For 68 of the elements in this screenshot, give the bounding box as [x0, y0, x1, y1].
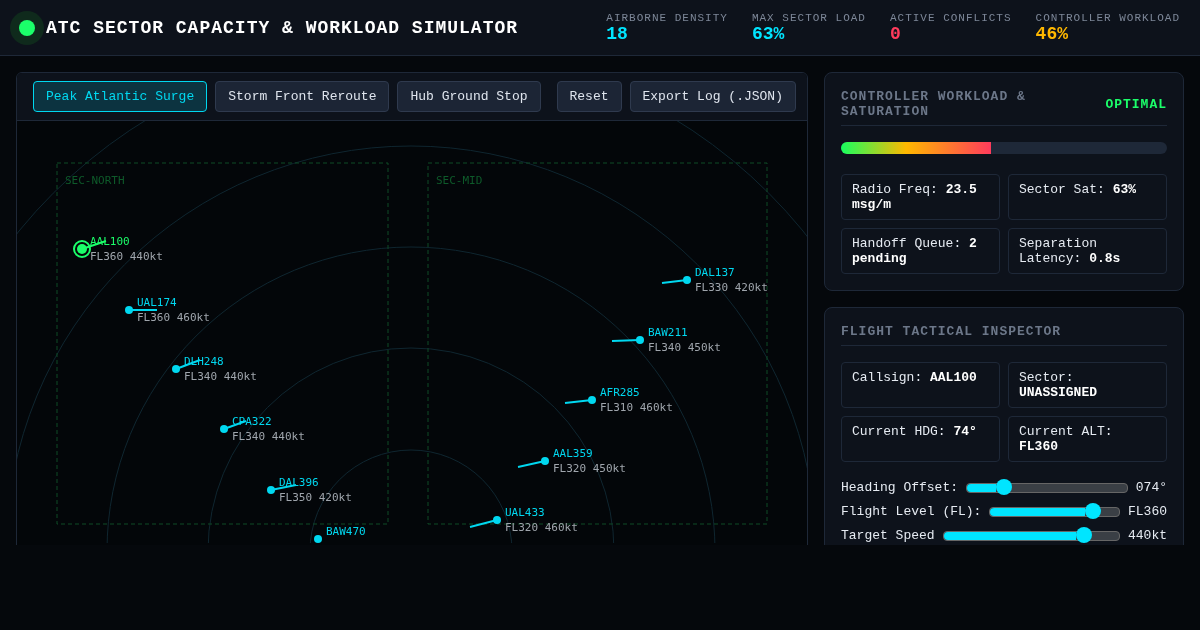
stat-value: 63% — [751, 23, 786, 44]
callsign-label: AFR285 — [600, 386, 640, 399]
metric-text: Separation Latency: 0.8s — [1019, 236, 1121, 266]
sector-label: SEC-MID — [436, 174, 483, 187]
callsign-label: AAL100 — [90, 235, 130, 248]
flight-data-label: FL340 440kt — [184, 370, 257, 383]
callsign-label: BAW211 — [648, 326, 688, 339]
flight-data-label: FL330 420kt — [695, 281, 768, 294]
flight-data-label: FL360 440kt — [90, 250, 163, 263]
sector-label: SEC-NORTH — [65, 174, 125, 187]
flight-data-label: FL320 460kt — [505, 521, 578, 534]
slider-track[interactable] — [942, 530, 1120, 541]
field-text: Current ALT: FL360 — [1019, 424, 1113, 454]
app-title: ATC SECTOR CAPACITY & WORKLOAD SIMULATOR — [46, 17, 519, 38]
slider-label: Target Speed — [841, 528, 935, 543]
field-text: Current HDG: 74° — [852, 424, 977, 439]
card-title: FLIGHT TACTICAL INSPECTOR — [841, 324, 1062, 339]
metric-text: Handoff Queue: 2 pending — [852, 236, 977, 266]
stat-value: 46% — [1035, 23, 1069, 44]
slider-label: Heading Offset: — [841, 480, 959, 495]
field-text: Callsign: AAL100 — [852, 370, 977, 385]
stat-label: CONTROLLER WORKLOAD — [1035, 11, 1180, 24]
aircraft-marker[interactable] — [267, 484, 297, 494]
slider-label: Flight Level (FL): — [841, 504, 982, 519]
callsign-label: UAL174 — [137, 296, 177, 309]
flight-data-label: FL350 420kt — [279, 491, 352, 504]
metric-text: Radio Freq: 23.5 msg/m — [852, 182, 977, 212]
callsign-label: DAL396 — [279, 476, 319, 489]
slider-track[interactable] — [966, 482, 1128, 493]
aircraft-marker[interactable] — [517, 457, 549, 468]
field-text: Sector: UNASSIGNED — [1019, 370, 1097, 400]
slider-reading: FL360 — [1128, 504, 1167, 519]
flight-data-label: FL340 450kt — [648, 341, 721, 354]
stat-value: 0 — [889, 23, 902, 44]
aircraft-marker[interactable] — [314, 535, 322, 543]
flight-data-label: FL360 460kt — [137, 311, 210, 324]
card-title: CONTROLLER WORKLOAD & SATURATION — [841, 89, 1027, 119]
callsign-label: DAL137 — [695, 266, 735, 279]
callsign-label: BAW470 — [326, 525, 366, 538]
action-button[interactable]: Export Log (.JSON) — [629, 81, 796, 112]
flight-data-label: FL340 440kt — [232, 430, 305, 443]
slider-reading: 440kt — [1128, 528, 1167, 543]
scenario-button[interactable]: Hub Ground Stop — [397, 81, 541, 112]
flight-data-label: FL320 450kt — [553, 462, 626, 475]
stat-label: ACTIVE CONFLICTS — [889, 11, 1012, 24]
aircraft-marker[interactable] — [564, 396, 596, 404]
action-button[interactable]: Reset — [556, 81, 622, 112]
scenario-button[interactable]: Peak Atlantic Surge — [33, 81, 208, 112]
aircraft-marker[interactable] — [661, 276, 691, 284]
stat-label: MAX SECTOR LOAD — [751, 11, 866, 24]
slider-fill — [967, 483, 996, 492]
stat-label: AIRBORNE DENSITY — [606, 11, 728, 24]
status-light-icon — [10, 10, 44, 45]
callsign-label: UAL433 — [505, 506, 545, 519]
slider-thumb[interactable] — [995, 478, 1012, 495]
callsign-label: AAL359 — [553, 447, 593, 460]
aircraft-marker[interactable] — [125, 306, 158, 314]
metric-text: Sector Sat: 63% — [1019, 182, 1137, 197]
stat-value: 18 — [606, 23, 629, 44]
status-label: OPTIMAL — [1105, 96, 1167, 112]
flight-data-label: FL310 460kt — [600, 401, 673, 414]
slider-thumb[interactable] — [1075, 526, 1092, 543]
aircraft-marker[interactable] — [611, 336, 644, 344]
slider-track[interactable] — [989, 506, 1120, 517]
slider-thumb[interactable] — [1085, 502, 1102, 519]
slider-reading: 074° — [1135, 480, 1167, 495]
aircraft-marker[interactable] — [469, 516, 501, 528]
scenario-button[interactable]: Storm Front Reroute — [215, 81, 390, 112]
